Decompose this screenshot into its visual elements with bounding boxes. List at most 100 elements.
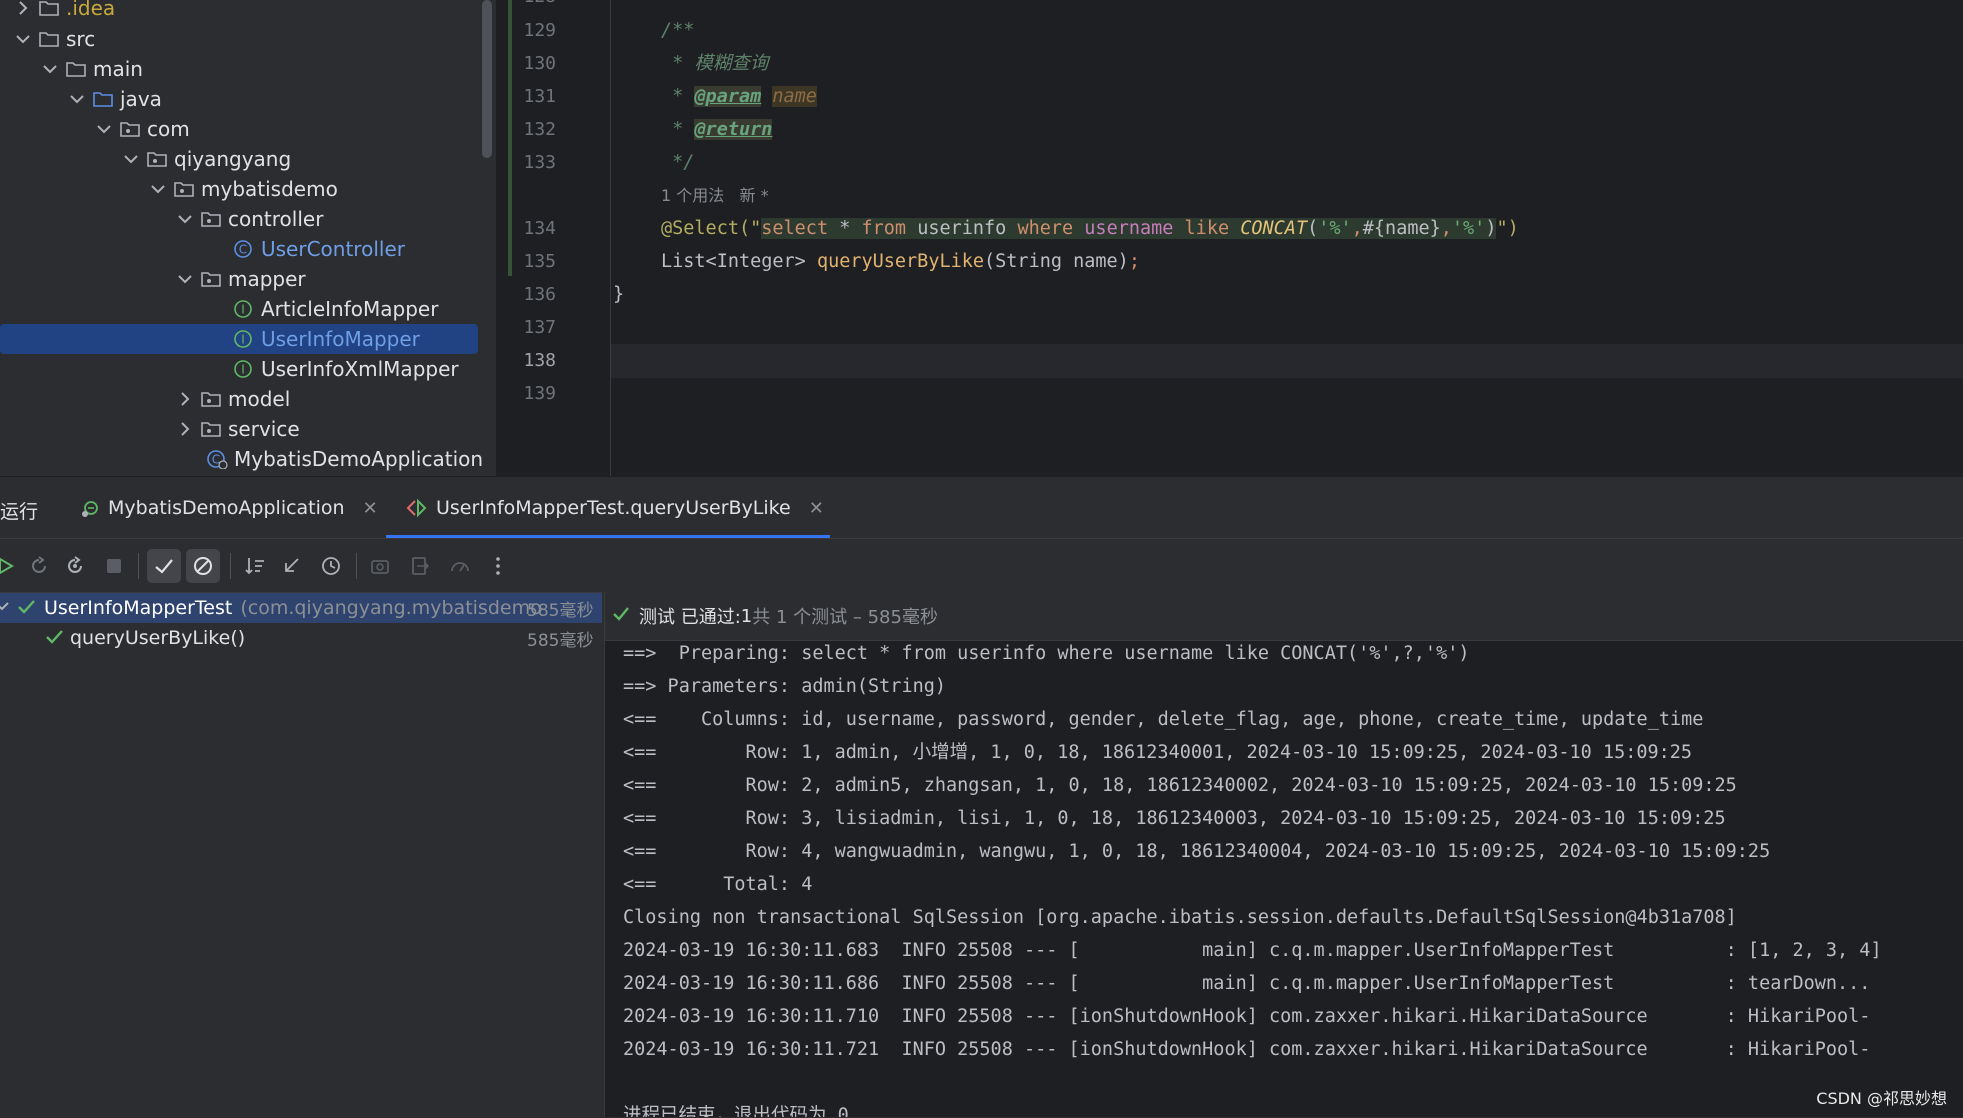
test-status-bar: 测试 已通过: 1 共 1 个测试 – 585毫秒 [605,592,1963,641]
chevron-down-icon[interactable] [176,270,194,288]
chevron-down-icon[interactable] [149,180,167,198]
line-number: 134 [523,218,556,239]
tree-scrollbar[interactable] [482,0,492,158]
sql-column: username [1073,218,1185,239]
svg-text:I: I [241,333,245,347]
screenshot-icon[interactable] [363,549,397,583]
sql-string: '%' [1451,218,1486,239]
tree-item-userinfomapper[interactable]: I UserInfoMapper [0,324,478,354]
tree-item-com[interactable]: com [0,114,496,144]
package-icon [200,269,222,289]
code-editor[interactable]: 128 129 130 131 132 133 134 135 136 137 … [496,0,1963,476]
toggle-auto-test-icon[interactable] [58,549,92,583]
test-suite-row[interactable]: UserInfoMapperTest (com.qiyangyang.mybat… [0,593,602,623]
tree-item-articleinfomapper[interactable]: I ArticleInfoMapper [0,294,496,324]
tree-item-model[interactable]: model [0,384,496,414]
javadoc-tag: @return [694,119,773,140]
class-icon: C [233,239,255,259]
chevron-down-icon[interactable] [176,210,194,228]
test-run-icon [406,497,428,519]
line-number: 136 [523,284,556,305]
usage-inlay-hint[interactable]: 1 个用法 新 * [661,180,769,212]
test-results-tree: UserInfoMapperTest (com.qiyangyang.mybat… [0,592,602,1118]
tree-item-mybatisdemoapplication[interactable]: C MybatisDemoApplication [0,444,496,474]
run-tool-window-header: 运行 MybatisDemoApplication ✕ UserInfoMapp… [0,476,1963,539]
sql-keyword: select [761,218,829,239]
tree-item-mybatisdemo[interactable]: mybatisdemo [0,174,496,204]
tree-item-userinfoxmlmapper[interactable]: I UserInfoXmlMapper [0,354,496,384]
line-number: 139 [523,383,556,404]
sql-param: #{name} [1362,218,1441,239]
close-tab-icon[interactable]: ✕ [809,498,824,519]
test-case-row[interactable]: queryUserByLike() 585毫秒 [0,623,602,653]
line-number: 138 [523,350,556,371]
project-tree: .idea src main java com qiyangyang mybat… [0,0,496,476]
console-line: 2024-03-19 16:30:11.686 INFO 25508 --- [… [623,973,1871,994]
tree-item-java[interactable]: java [0,84,496,114]
tree-item-usercontroller[interactable]: C UserController [0,234,496,264]
code-line-130: * 模糊查询 [661,48,768,80]
tree-item-label: MybatisDemoApplication [234,447,484,471]
rerun-icon[interactable] [0,549,24,583]
tab-userinfomappertest[interactable]: UserInfoMapperTest.queryUserByLike ✕ [406,493,824,523]
tree-item-label: mybatisdemo [201,177,338,201]
chevron-down-icon[interactable] [122,150,140,168]
export-icon[interactable] [403,549,437,583]
console-output[interactable]: 测试 已通过: 1 共 1 个测试 – 585毫秒 ==> Preparing:… [604,592,1963,1117]
chevron-down-icon[interactable] [14,30,32,48]
code-area[interactable]: /** * 模糊查询 * @param name * @return */ 1 … [661,0,1961,476]
line-number: 135 [523,251,556,272]
history-icon[interactable] [314,549,348,583]
tree-item-service[interactable]: service [0,414,496,444]
indent-guide [610,0,611,476]
tree-item-idea[interactable]: .idea [0,0,492,23]
stop-icon[interactable] [97,549,131,583]
sql-comma: , [1351,218,1363,239]
sort-icon[interactable] [238,549,272,583]
settings-icon[interactable] [443,549,477,583]
method-name: queryUserByLike [816,251,985,272]
folder-icon [38,29,60,49]
console-line: <== Total: 4 [623,874,813,895]
package-icon [200,419,222,439]
watermark: CSDN @祁思妙想 [1816,1089,1947,1108]
javadoc-tag: @param [694,86,762,107]
tab-mybatisdemoapplication[interactable]: MybatisDemoApplication ✕ [80,493,378,523]
tree-item-src[interactable]: src [0,24,492,54]
rerun-failed-icon[interactable] [22,549,56,583]
show-ignored-icon[interactable] [186,549,220,583]
package-icon [173,179,195,199]
test-case-name: queryUserByLike() [70,627,246,649]
line-number: 137 [523,317,556,338]
chevron-down-icon[interactable] [41,60,59,78]
tree-item-label: src [66,27,96,51]
chevron-down-icon[interactable] [68,90,86,108]
doc-comment: /** [661,20,695,41]
chevron-right-icon[interactable] [176,420,194,438]
more-icon[interactable] [481,549,515,583]
tree-item-mapper[interactable]: mapper [0,264,496,294]
chevron-right-icon[interactable] [176,390,194,408]
tree-item-controller[interactable]: controller [0,204,496,234]
interface-icon: I [233,359,255,379]
sql-string: '%' [1318,218,1352,239]
tree-item-label: controller [228,207,324,231]
tree-item-main[interactable]: main [0,54,496,84]
tree-item-qiyangyang[interactable]: qiyangyang [0,144,496,174]
source-folder-icon [92,89,114,109]
chevron-right-icon[interactable] [14,0,32,17]
chevron-down-icon[interactable] [0,597,16,619]
close-tab-icon[interactable]: ✕ [363,498,378,519]
chevron-down-icon[interactable] [95,120,113,138]
select-annotation: @Select(" [661,218,762,239]
collapse-icon[interactable] [274,549,308,583]
line-number: 130 [523,53,556,74]
code-line-136: } [613,279,624,311]
run-toolbar [0,538,1963,593]
usage-hint-text: 1 个用法 新 * [661,186,769,205]
sql-keyword: where [1017,218,1074,239]
status-detail: 共 1 个测试 – 585毫秒 [752,607,938,628]
tree-item-label: UserController [261,237,405,261]
show-passed-icon[interactable] [147,549,181,583]
sql-paren: ( [1307,218,1319,239]
